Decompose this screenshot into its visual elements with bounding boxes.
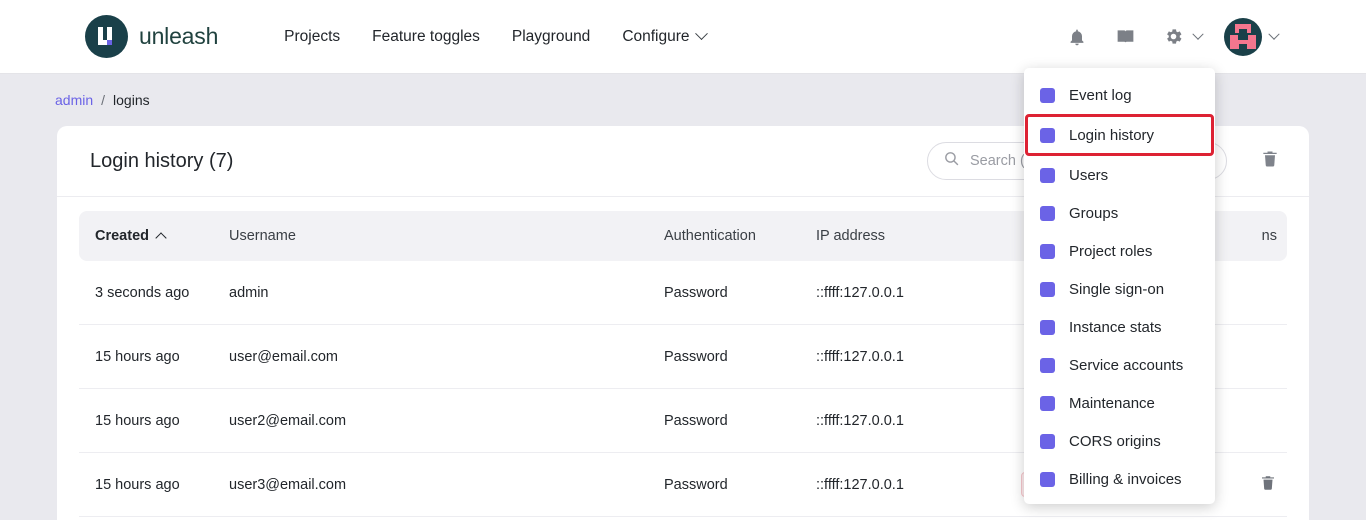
bell-icon[interactable] [1064, 24, 1090, 50]
nav-item-label: Projects [284, 27, 341, 45]
cell-created: 15 hours ago [95, 476, 180, 493]
book-icon[interactable] [1112, 24, 1138, 50]
menu-square-icon [1040, 281, 1055, 297]
cell-created: 3 seconds ago [95, 284, 190, 301]
user-menu-button[interactable] [1224, 17, 1280, 56]
menu-square-icon [1040, 471, 1055, 487]
breadcrumb-separator: / [101, 92, 106, 108]
menu-item-label: Login history [1069, 126, 1155, 144]
top-bar-actions [1064, 17, 1280, 56]
menu-item-label: Users [1069, 166, 1109, 184]
cell-authentication: Password [664, 476, 728, 493]
cell-ip-address: ::ffff:127.0.0.1 [816, 412, 904, 429]
menu-item-users[interactable]: Users [1024, 156, 1215, 194]
nav-item-projects[interactable]: Projects [284, 28, 340, 46]
menu-square-icon [1040, 127, 1055, 143]
menu-square-icon [1040, 167, 1055, 183]
chevron-down-icon [694, 27, 708, 41]
menu-item-label: Project roles [1069, 242, 1153, 260]
menu-item-instance-stats[interactable]: Instance stats [1024, 308, 1215, 346]
column-header-authentication[interactable]: Authentication [664, 228, 816, 244]
cell-username: admin [229, 284, 269, 301]
menu-item-label: Service accounts [1069, 356, 1184, 374]
cell-ip-address: ::ffff:127.0.0.1 [816, 476, 904, 493]
menu-square-icon [1040, 243, 1055, 259]
cell-authentication: Password [664, 284, 728, 301]
menu-item-label: Maintenance [1069, 394, 1155, 412]
main-nav: Projects Feature toggles Playground Conf… [284, 27, 708, 46]
menu-item-label: CORS origins [1069, 432, 1161, 450]
menu-square-icon [1040, 433, 1055, 449]
cell-username: user@email.com [229, 348, 338, 365]
nav-item-label: Feature toggles [372, 27, 480, 45]
trash-icon [1260, 149, 1280, 174]
menu-square-icon [1040, 319, 1055, 335]
column-header-created[interactable]: Created [79, 228, 229, 244]
menu-item-maintenance[interactable]: Maintenance [1024, 384, 1215, 422]
settings-menu-button[interactable] [1160, 24, 1204, 50]
menu-item-label: Instance stats [1069, 318, 1162, 336]
nav-item-playground[interactable]: Playground [512, 28, 590, 46]
unleash-logo-icon [85, 15, 128, 58]
cell-username: user3@email.com [229, 476, 347, 493]
menu-item-cors-origins[interactable]: CORS origins [1024, 422, 1215, 460]
delete-all-button[interactable] [1249, 140, 1291, 182]
cell-authentication: Password [664, 412, 728, 429]
search-icon [943, 150, 960, 172]
cell-created: 15 hours ago [95, 412, 180, 429]
page-title: Login history (7) [90, 149, 234, 172]
menu-item-event-log[interactable]: Event log [1024, 76, 1215, 114]
brand-home-link[interactable]: unleash [85, 15, 218, 58]
admin-dropdown-menu: Event log Login history Users Groups Pro… [1024, 68, 1215, 504]
menu-square-icon [1040, 357, 1055, 373]
menu-item-label: Groups [1069, 204, 1119, 222]
nav-item-feature-toggles[interactable]: Feature toggles [372, 28, 480, 46]
cell-authentication: Password [664, 348, 728, 365]
app-root: unleash Projects Feature toggles Playgro… [0, 0, 1366, 520]
menu-square-icon [1040, 87, 1055, 103]
menu-item-label: Billing & invoices [1069, 470, 1182, 488]
column-header-username[interactable]: Username [229, 228, 664, 244]
column-header-label: Created [95, 228, 149, 244]
nav-item-configure[interactable]: Configure [622, 27, 708, 46]
menu-item-project-roles[interactable]: Project roles [1024, 232, 1215, 270]
breadcrumb-current: logins [113, 92, 150, 108]
column-header-ip-address[interactable]: IP address [816, 228, 1021, 244]
top-navigation-bar: unleash Projects Feature toggles Playgro… [0, 0, 1366, 74]
breadcrumb-link-admin[interactable]: admin [55, 92, 93, 108]
nav-item-label: Playground [511, 27, 591, 45]
menu-item-single-sign-on[interactable]: Single sign-on [1024, 270, 1215, 308]
menu-item-billing-invoices[interactable]: Billing & invoices [1024, 460, 1215, 498]
chevron-down-icon [1268, 28, 1280, 40]
menu-square-icon [1040, 205, 1055, 221]
chevron-down-icon [1192, 28, 1204, 40]
gear-icon [1160, 24, 1186, 50]
menu-item-label: Single sign-on [1069, 280, 1165, 298]
nav-item-label: Configure [622, 27, 690, 45]
row-delete-button[interactable] [1259, 474, 1277, 492]
menu-item-groups[interactable]: Groups [1024, 194, 1215, 232]
cell-ip-address: ::ffff:127.0.0.1 [816, 348, 904, 365]
menu-item-service-accounts[interactable]: Service accounts [1024, 346, 1215, 384]
cell-ip-address: ::ffff:127.0.0.1 [816, 284, 904, 301]
sort-ascending-icon [155, 231, 167, 244]
cell-created: 15 hours ago [95, 348, 180, 365]
menu-square-icon [1040, 395, 1055, 411]
menu-item-login-history[interactable]: Login history [1025, 114, 1214, 156]
menu-item-label: Event log [1069, 86, 1132, 104]
avatar [1224, 17, 1262, 56]
cell-username: user2@email.com [229, 412, 347, 429]
brand-name: unleash [139, 23, 219, 49]
